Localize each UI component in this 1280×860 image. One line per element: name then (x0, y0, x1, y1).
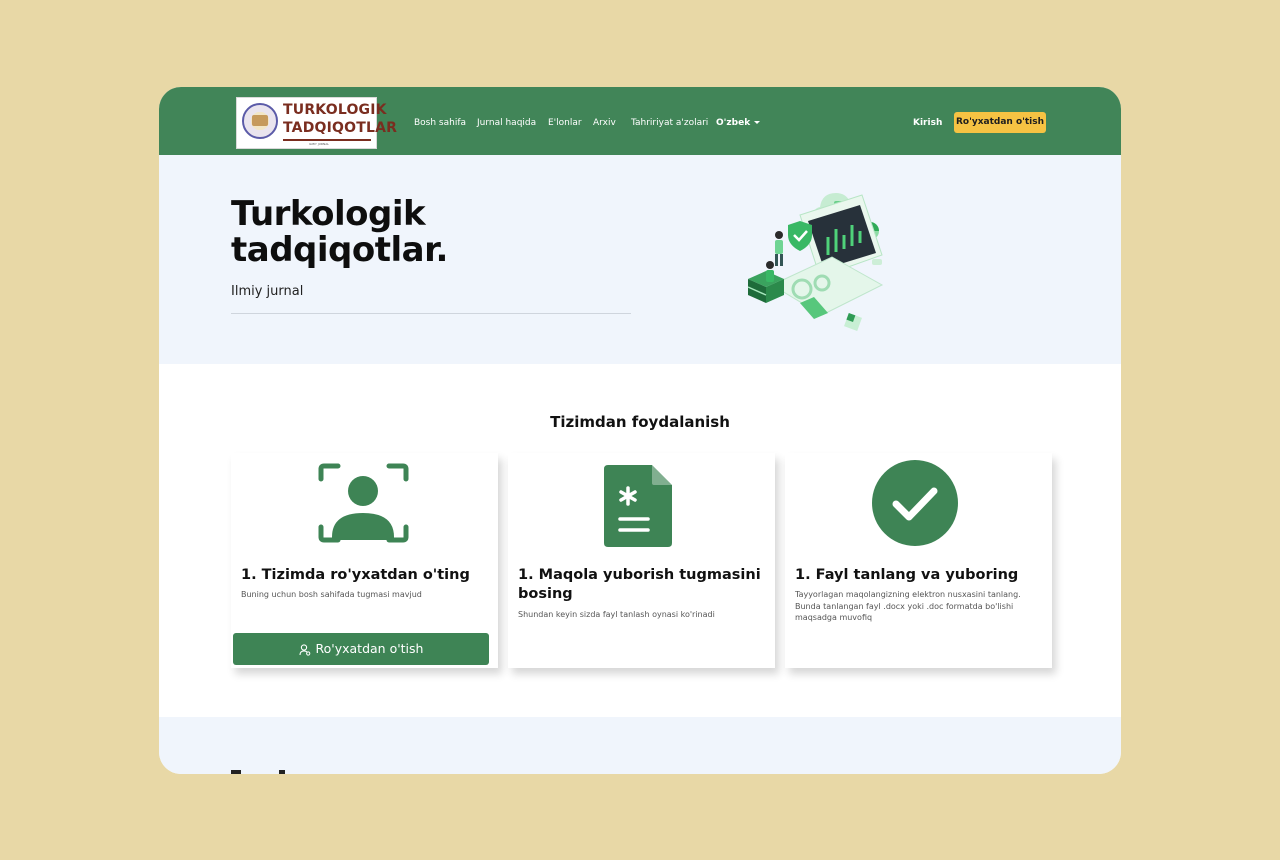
logo-emblem-icon (242, 103, 278, 139)
security-illustration-icon (747, 193, 884, 331)
register-button[interactable]: Ro'yxatdan o'tish (954, 112, 1046, 133)
user-icon (298, 643, 310, 656)
language-label: O'zbek (716, 118, 751, 128)
nav-tahririyat[interactable]: Tahririyat a'zolari (631, 117, 708, 129)
card-title: 1. Fayl tanlang va yuboring (795, 567, 1019, 583)
nav-arxiv[interactable]: Arxiv (593, 117, 616, 129)
hero-title: Turkologik tadqiqotlar. (231, 194, 448, 270)
usage-card-submit: 1. Maqola yuborish tugmasini bosing Shun… (508, 453, 775, 668)
nav-jurnal-haqida[interactable]: Jurnal haqida (477, 117, 536, 129)
browser-frame: TURKOLOGIK TADQIQOTLAR ILMIY JURNAL Bosh… (159, 87, 1121, 774)
hero-section: Turkologik tadqiqotlar. Ilmiy jurnal (159, 155, 1121, 364)
chevron-down-icon (754, 121, 761, 124)
nav-elonlar[interactable]: E'lonlar (548, 117, 582, 129)
card-title: 1. Maqola yuborish tugmasini bosing (518, 567, 761, 602)
check-circle-icon (872, 460, 958, 546)
usage-card-upload: 1. Fayl tanlang va yuboring Tayyorlagan … (785, 453, 1052, 668)
logo-tagline: ILMIY JURNAL (309, 142, 329, 146)
usage-card-register: 1. Tizimda ro'yxatdan o'ting Buning uchu… (231, 453, 498, 668)
card-register-button-label: Ro'yxatdan o'tish (315, 641, 424, 656)
logo-line-2: TADQIQOTLAR (283, 120, 398, 136)
usage-section-title: Tizimdan foydalanish (550, 413, 730, 431)
logo-underline (283, 139, 371, 141)
card-description: Buning uchun bosh sahifada tugmasi mavju… (241, 590, 422, 599)
card-register-button[interactable]: Ro'yxatdan o'tish (233, 633, 489, 665)
next-section-heading-peek (231, 770, 291, 774)
next-section (159, 717, 1121, 774)
navbar: TURKOLOGIK TADQIQOTLAR ILMIY JURNAL Bosh… (159, 87, 1121, 155)
hero-divider (231, 313, 631, 314)
file-asterisk-icon (604, 465, 672, 547)
login-link[interactable]: Kirish (913, 117, 942, 129)
usage-section: Tizimdan foydalanish 1. Tizimda ro'yxatd… (159, 364, 1121, 717)
card-description: Tayyorlagan maqolangizning elektron nusx… (795, 590, 1021, 622)
card-description: Shundan keyin sizda fayl tanlash oynasi … (518, 610, 715, 619)
nav-bosh-sahifa[interactable]: Bosh sahifa (414, 117, 466, 129)
site-logo[interactable]: TURKOLOGIK TADQIQOTLAR ILMIY JURNAL (236, 97, 397, 149)
logo-line-1: TURKOLOGIK (283, 102, 387, 118)
language-dropdown[interactable]: O'zbek (716, 117, 761, 129)
card-title: 1. Tizimda ro'yxatdan o'ting (241, 567, 470, 583)
user-scan-icon (318, 463, 409, 543)
hero-subtitle: Ilmiy jurnal (231, 284, 304, 299)
